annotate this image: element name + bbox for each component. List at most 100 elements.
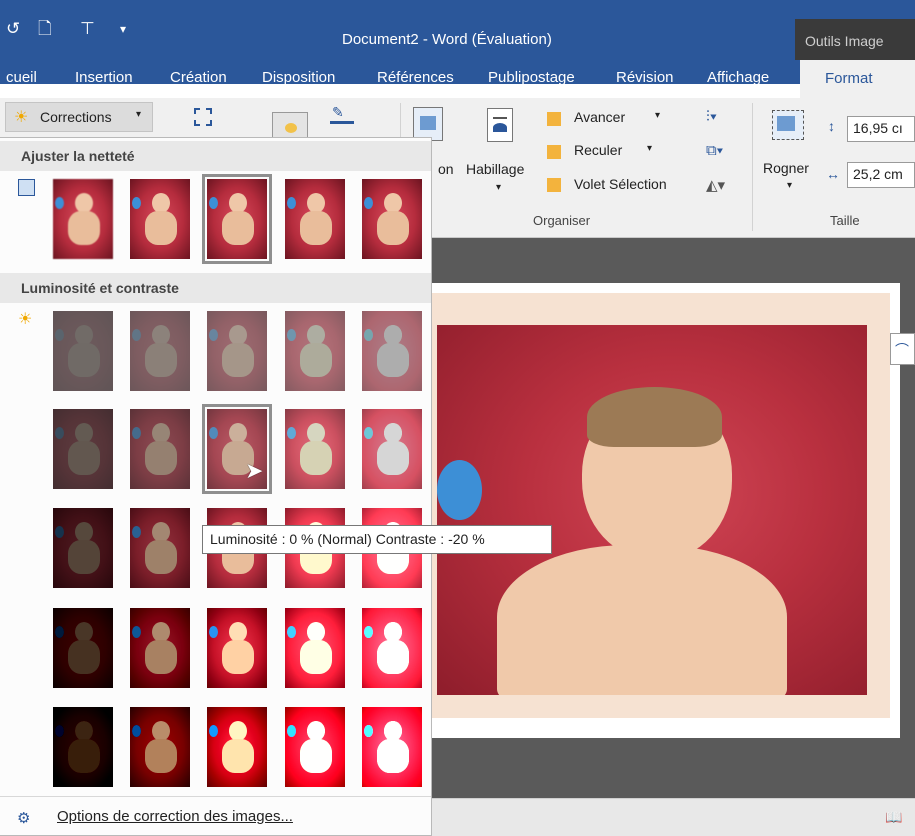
baby-hair bbox=[587, 387, 722, 447]
thumbnail-face bbox=[307, 721, 325, 741]
thumbnail-face bbox=[384, 721, 402, 741]
position-label[interactable]: on bbox=[438, 161, 454, 177]
line bbox=[493, 117, 507, 119]
thumbnail-toy bbox=[132, 427, 141, 439]
brightness-contrast-preset[interactable] bbox=[282, 406, 348, 492]
brightness-contrast-preset[interactable] bbox=[359, 308, 425, 394]
thumbnail-face bbox=[152, 622, 170, 642]
brightness-contrast-preset[interactable] bbox=[127, 406, 193, 492]
preset-tooltip: Luminosité : 0 % (Normal) Contraste : -2… bbox=[202, 525, 552, 554]
thumbnail-image bbox=[130, 409, 190, 489]
brightness-contrast-preset[interactable] bbox=[127, 605, 193, 691]
new-document-icon[interactable]: 🗋 bbox=[38, 20, 52, 38]
thumbnail-image bbox=[285, 311, 345, 391]
width-input[interactable]: 25,2 cm bbox=[847, 162, 915, 188]
corrections-gallery: Ajuster la netteté Luminosité et contras… bbox=[0, 137, 432, 836]
layout-options-button[interactable]: ⌒ bbox=[890, 333, 915, 365]
thumbnail-toy bbox=[132, 197, 141, 209]
thumbnail-toy bbox=[132, 329, 141, 341]
thumbnail-face bbox=[152, 522, 170, 542]
habillage-label[interactable]: Habillage bbox=[466, 161, 524, 177]
sharpen-icon bbox=[18, 179, 35, 196]
align-icon[interactable]: ⫶▾ bbox=[706, 108, 717, 125]
thumbnail-image bbox=[285, 409, 345, 489]
brightness-contrast-preset[interactable] bbox=[127, 704, 193, 790]
thumbnail-toy bbox=[132, 526, 141, 538]
brightness-contrast-preset[interactable] bbox=[359, 406, 425, 492]
blue-toy bbox=[437, 460, 482, 520]
brightness-contrast-preset[interactable] bbox=[50, 505, 116, 591]
brightness-contrast-preset[interactable] bbox=[282, 605, 348, 691]
position-img bbox=[420, 116, 436, 130]
mouse-pointer-icon: ➤ bbox=[245, 458, 264, 483]
brightness-contrast-preset[interactable] bbox=[282, 704, 348, 790]
thumbnail-image bbox=[285, 608, 345, 688]
sharpness-preset[interactable] bbox=[50, 176, 116, 262]
sharpness-preset[interactable] bbox=[282, 176, 348, 262]
corrections-button[interactable]: ☀ Corrections ▾ bbox=[5, 102, 153, 132]
read-mode-icon[interactable]: 📖 bbox=[885, 809, 902, 826]
baby-photo[interactable] bbox=[437, 325, 867, 695]
thumbnail-body bbox=[377, 640, 409, 674]
tab-accueil[interactable]: cueil bbox=[6, 69, 37, 86]
brightness-contrast-preset[interactable] bbox=[204, 704, 270, 790]
brightness-contrast-preset[interactable] bbox=[204, 308, 270, 394]
tab-format[interactable]: Format bbox=[800, 60, 915, 98]
picture-style-icon[interactable] bbox=[272, 112, 308, 138]
sun-dot bbox=[285, 123, 297, 133]
sharpness-preset[interactable] bbox=[202, 174, 272, 264]
undo-icon[interactable]: ↺ bbox=[6, 20, 20, 38]
selection-pane-button[interactable]: Volet Sélection bbox=[547, 175, 697, 199]
brightness-contrast-preset[interactable] bbox=[50, 308, 116, 394]
rogner-label[interactable]: Rogner bbox=[763, 160, 809, 176]
send-backward-button[interactable]: Reculer ▾ bbox=[547, 142, 697, 166]
thumbnail-face bbox=[384, 325, 402, 345]
thumbnail-toy bbox=[55, 725, 64, 737]
compress-pictures-icon[interactable] bbox=[194, 108, 212, 126]
tab-references[interactable]: Références bbox=[377, 69, 454, 86]
height-input[interactable]: 16,95 cı bbox=[847, 116, 915, 142]
touch-mode-icon[interactable]: ⊤ bbox=[80, 20, 95, 38]
sharpness-preset[interactable] bbox=[359, 176, 425, 262]
thumbnail-image bbox=[53, 707, 113, 787]
tab-revision[interactable]: Révision bbox=[616, 69, 674, 86]
picture-border-icon[interactable]: ✎ bbox=[330, 104, 354, 124]
tab-creation[interactable]: Création bbox=[170, 69, 227, 86]
brightness-contrast-preset[interactable] bbox=[50, 406, 116, 492]
thumbnail-image bbox=[207, 707, 267, 787]
thumbnail-face bbox=[307, 622, 325, 642]
brightness-contrast-preset[interactable] bbox=[50, 605, 116, 691]
chevron-down-icon: ▾ bbox=[787, 180, 793, 191]
sun-icon: ☀ bbox=[18, 311, 33, 328]
rotate-icon[interactable]: ◭▾ bbox=[706, 176, 725, 194]
brightness-contrast-preset[interactable] bbox=[127, 308, 193, 394]
bring-forward-button[interactable]: Avancer ▾ bbox=[547, 109, 697, 133]
brightness-contrast-preset[interactable] bbox=[204, 605, 270, 691]
sharpness-preset[interactable] bbox=[127, 176, 193, 262]
thumbnail-toy bbox=[209, 427, 218, 439]
wrap-text-icon[interactable] bbox=[487, 108, 513, 142]
arch bbox=[493, 123, 507, 132]
crop-icon[interactable] bbox=[772, 110, 804, 140]
picture-correction-options-link[interactable]: Options de correction des images... bbox=[57, 808, 293, 825]
brightness-contrast-preset[interactable] bbox=[359, 605, 425, 691]
tab-affichage[interactable]: Affichage bbox=[707, 69, 769, 86]
thumbnail-body bbox=[222, 739, 254, 773]
brightness-contrast-preset[interactable] bbox=[127, 505, 193, 591]
tab-publipostage[interactable]: Publipostage bbox=[488, 69, 575, 86]
group-icon[interactable]: ⧉▾ bbox=[706, 142, 723, 159]
brightness-contrast-preset[interactable] bbox=[359, 704, 425, 790]
position-icon[interactable] bbox=[413, 107, 443, 141]
tab-insertion[interactable]: Insertion bbox=[75, 69, 133, 86]
pen-icon: ✎ bbox=[332, 104, 344, 120]
thumbnail-face bbox=[152, 721, 170, 741]
selection-pane-icon bbox=[547, 178, 561, 192]
thumbnail-toy bbox=[287, 197, 296, 209]
customize-dropdown-icon[interactable]: ▾ bbox=[120, 20, 126, 38]
brightness-contrast-preset[interactable] bbox=[50, 704, 116, 790]
thumbnail-toy bbox=[364, 725, 373, 737]
thumbnail-image bbox=[207, 311, 267, 391]
picture-options-icon: ⚙ bbox=[17, 810, 31, 827]
brightness-contrast-preset[interactable] bbox=[282, 308, 348, 394]
tab-disposition[interactable]: Disposition bbox=[262, 69, 335, 86]
